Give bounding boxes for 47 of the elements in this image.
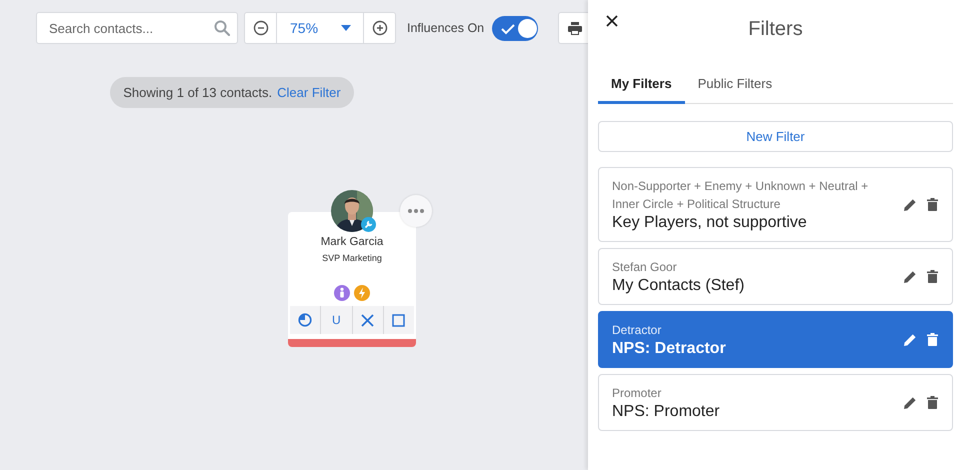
panel-title: Filters: [748, 18, 803, 40]
plus-icon: [372, 20, 388, 36]
filter-item[interactable]: Stefan Goor My Contacts (Stef): [598, 248, 953, 305]
cross-icon: [361, 314, 374, 326]
edit-icon[interactable]: [903, 396, 917, 410]
new-filter-button[interactable]: New Filter: [598, 121, 953, 152]
filter-name: NPS: Promoter: [612, 403, 721, 421]
caret-icon: [341, 25, 351, 31]
delete-icon[interactable]: [927, 396, 938, 409]
influences-toggle[interactable]: [492, 16, 538, 40]
contact-title: SVP Marketing: [322, 253, 382, 263]
filter-criteria: Non-Supporter + Enemy + Unknown + Neutral + Inner Circle + Political Structure: [612, 178, 870, 213]
print-button[interactable]: [558, 12, 588, 44]
check-icon: [501, 22, 516, 34]
filter-criteria: Detractor: [612, 322, 662, 339]
filter-item[interactable]: Detractor NPS: Detractor: [598, 311, 953, 368]
minus-icon: [252, 20, 268, 36]
tab[interactable]: My Filters: [598, 68, 685, 104]
edit-icon[interactable]: [903, 270, 917, 284]
more-button[interactable]: [400, 195, 432, 227]
wrench-icon: [361, 217, 376, 232]
close-icon: [606, 15, 618, 27]
more-icon: [408, 209, 424, 213]
status-text: Showing 1 of 13 contacts.: [123, 85, 272, 100]
zoom-dropdown[interactable]: 75%: [276, 13, 364, 43]
contact-card[interactable]: Mark Garcia SVP Marketing U: [288, 212, 416, 347]
toggle-label: Influences On: [407, 21, 484, 35]
edit-icon[interactable]: [903, 198, 917, 212]
contact-name: Mark Garcia: [320, 236, 384, 248]
filter-criteria: Promoter: [612, 385, 662, 402]
search-field[interactable]: Search contacts...: [36, 12, 238, 44]
delete-icon[interactable]: [927, 333, 938, 346]
search-icon: [214, 20, 230, 36]
tab[interactable]: Public Filters: [684, 68, 786, 104]
delete-icon[interactable]: [927, 270, 938, 283]
filter-name: My Contacts (Stef): [612, 277, 746, 295]
delete-icon[interactable]: [927, 198, 938, 211]
circle-icon: [298, 313, 312, 327]
filter-name: NPS: Detractor: [612, 340, 727, 358]
edit-icon[interactable]: [903, 332, 917, 346]
filter-criteria: Stefan Goor: [612, 259, 678, 276]
print-icon: [568, 22, 582, 34]
square-icon: [392, 314, 406, 326]
filter-item[interactable]: Promoter NPS: Promoter: [598, 374, 953, 431]
filter-item[interactable]: Non-Supporter + Enemy + Unknown + Neutral + Inner Circle + Political Structure Key Players, not supportive: [598, 167, 953, 242]
filter-name: Key Players, not supportive: [612, 214, 808, 232]
close-button[interactable]: [604, 13, 620, 29]
